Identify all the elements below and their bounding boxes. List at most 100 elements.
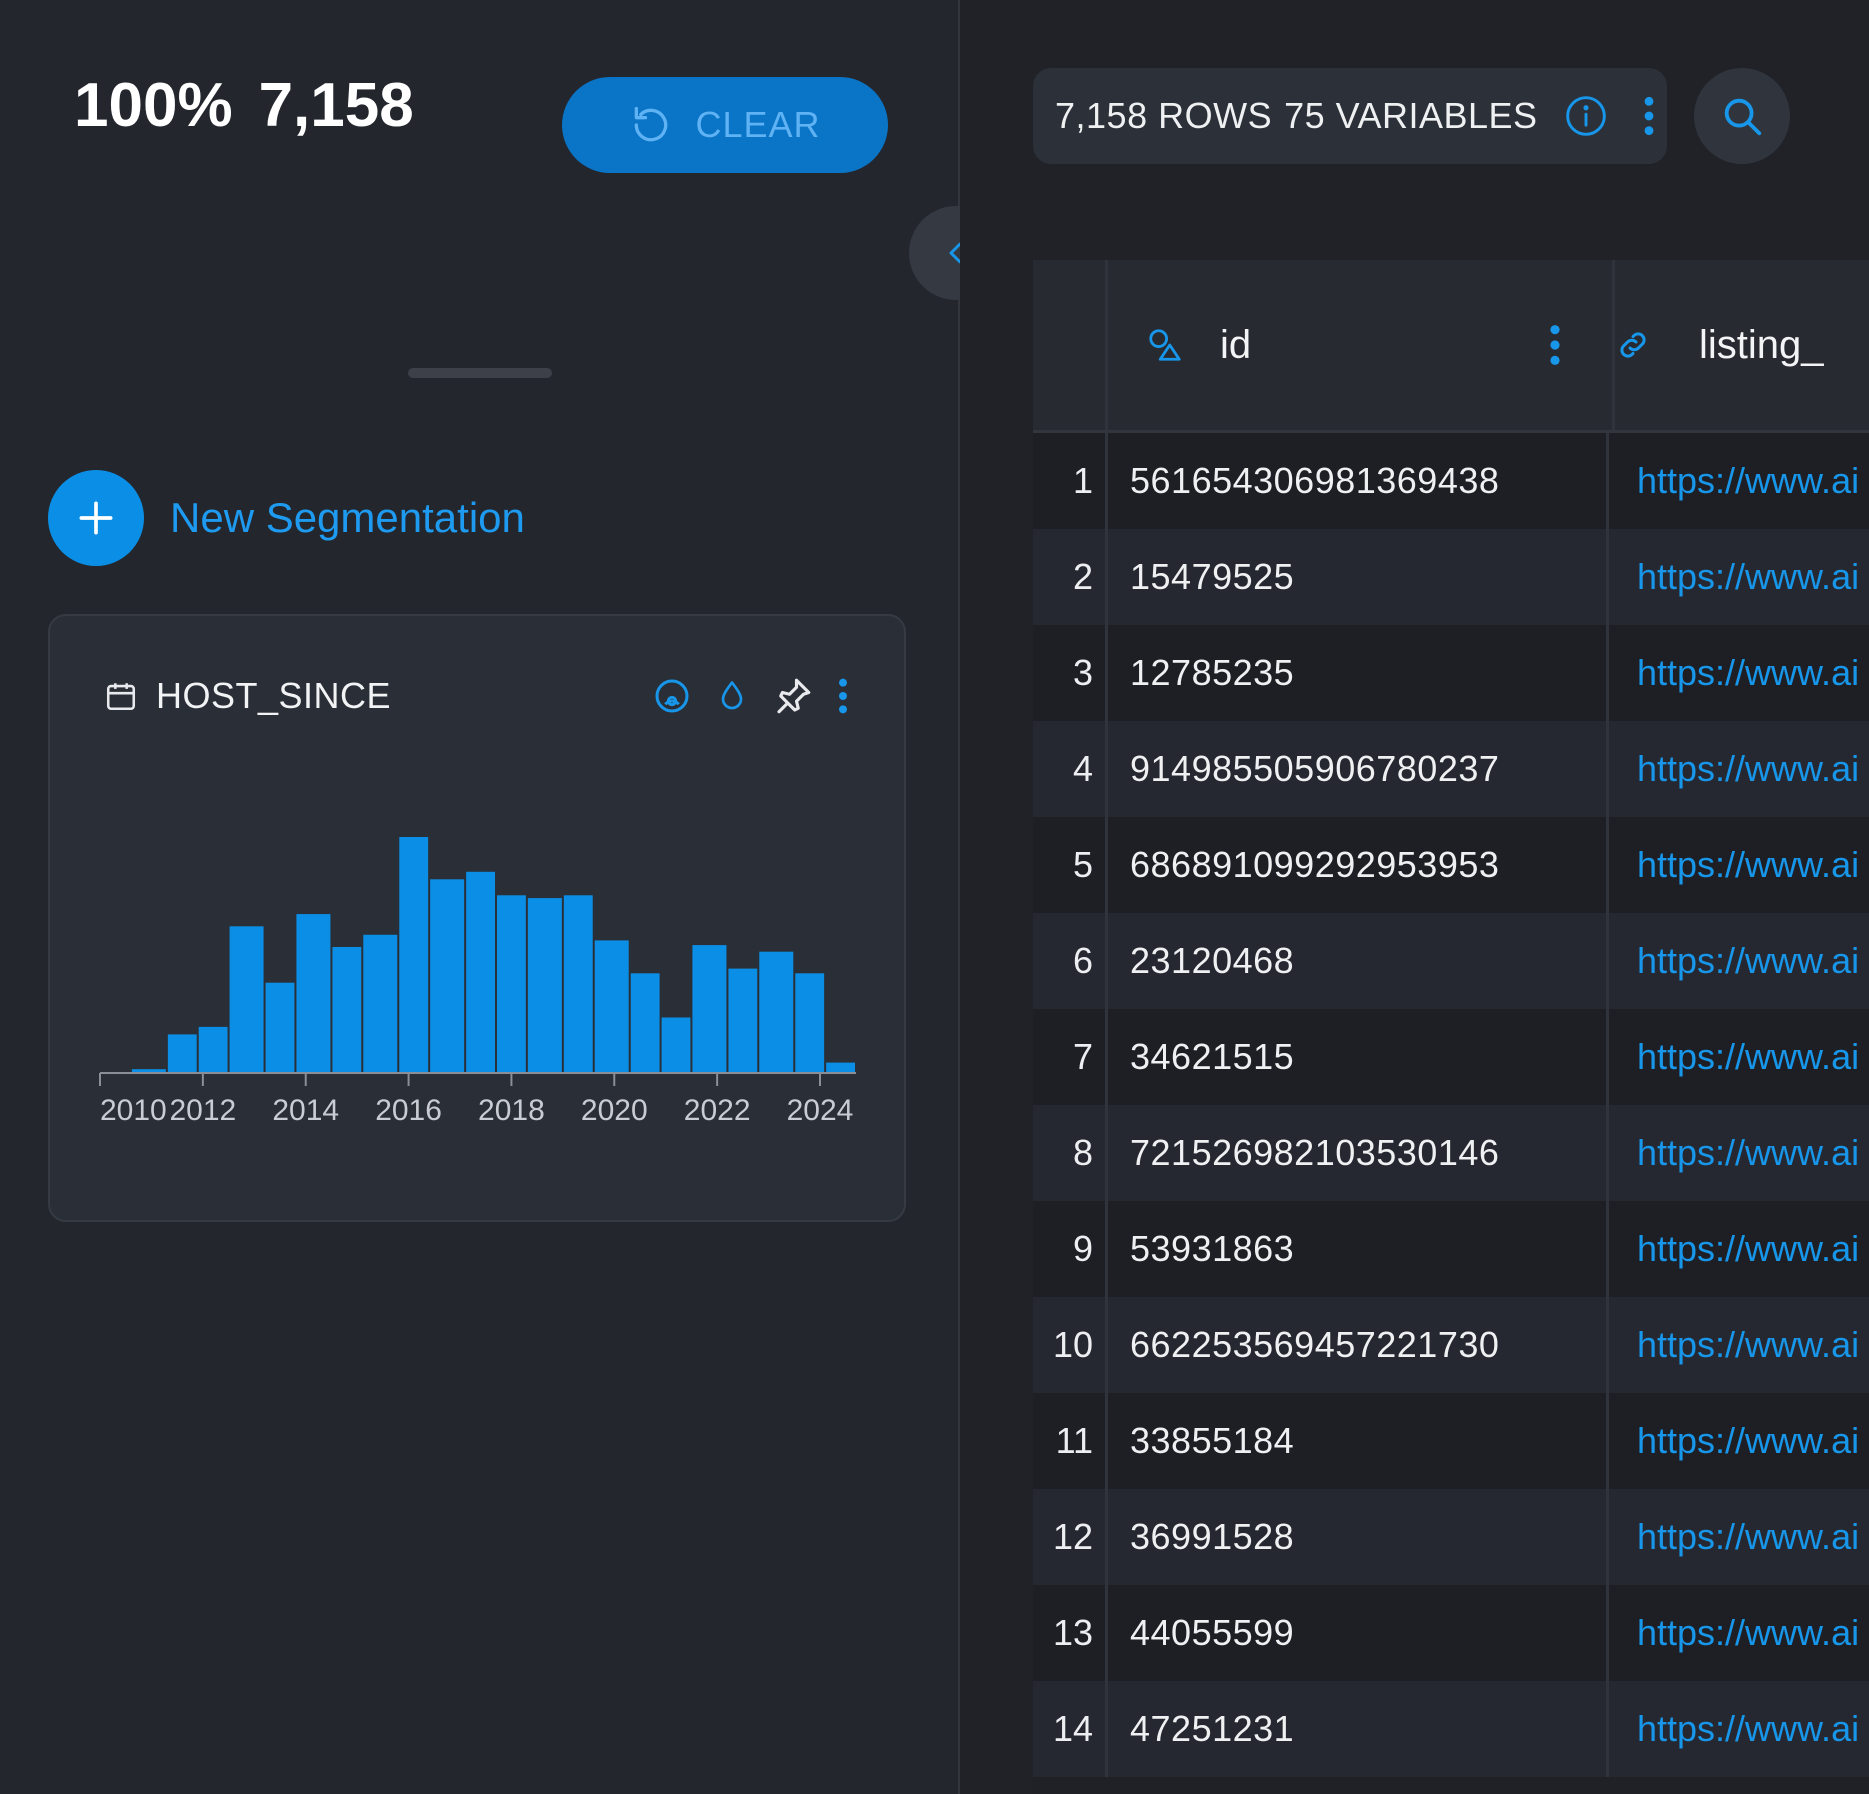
cell-id[interactable]: 23120468 [1105,913,1609,1009]
row-number: 9 [1072,1228,1093,1269]
new-segmentation-button[interactable]: New Segmentation [48,470,525,566]
rows-count: 7,158 ROWS [1055,95,1273,136]
cell-id[interactable]: 721526982103530146 [1105,1105,1609,1201]
table-row[interactable]: 9 53931863 https://www.ai [1033,1201,1869,1297]
histogram-bar[interactable] [527,898,562,1072]
drag-handle[interactable] [408,368,552,378]
row-number: 14 [1052,1708,1093,1749]
row-number: 13 [1052,1612,1093,1653]
table-row[interactable]: 4 914985505906780237 https://www.ai [1033,721,1869,817]
cell-listing-url[interactable]: https://www.ai [1637,1681,1859,1777]
histogram-bar[interactable] [563,895,593,1072]
plus-icon[interactable] [48,470,144,566]
table-row[interactable]: 8 721526982103530146 https://www.ai [1033,1105,1869,1201]
table-row[interactable]: 6 23120468 https://www.ai [1033,913,1869,1009]
dataset-summary-text: 7,158 ROWS 75 VARIABLES [1055,95,1550,137]
histogram-bar[interactable] [332,946,362,1072]
histogram-bar[interactable] [363,934,398,1072]
table-row[interactable]: 12 36991528 https://www.ai [1033,1489,1869,1585]
histogram-bar[interactable] [265,982,295,1072]
table-row[interactable]: 7 34621515 https://www.ai [1033,1009,1869,1105]
x-tick-label: 2010 [100,1094,167,1127]
table-row[interactable]: 2 15479525 https://www.ai [1033,529,1869,625]
x-tick-label: 2018 [478,1094,545,1127]
cell-listing-url[interactable]: https://www.ai [1637,1009,1859,1105]
histogram-bar[interactable] [296,914,331,1072]
clear-button[interactable]: CLEAR [562,77,888,173]
histogram-bar[interactable] [399,837,429,1072]
cell-id[interactable]: 561654306981369438 [1105,433,1609,529]
histogram-bar[interactable] [131,1069,166,1072]
histogram-bar[interactable] [661,1017,691,1072]
variables-count: 75 VARIABLES [1284,95,1538,136]
new-segmentation-label[interactable]: New Segmentation [170,494,525,542]
histogram-bar[interactable] [497,895,526,1072]
column-header-id[interactable]: id [1105,260,1615,430]
cell-listing-url[interactable]: https://www.ai [1637,1393,1859,1489]
cell-id[interactable]: 36991528 [1105,1489,1609,1585]
row-number: 3 [1072,652,1093,693]
histogram-bar[interactable] [630,973,660,1072]
cell-id[interactable]: 44055599 [1105,1585,1609,1681]
cell-id[interactable]: 33855184 [1105,1393,1609,1489]
row-number: 7 [1072,1036,1093,1077]
table-row[interactable]: 10 662253569457221730 https://www.ai [1033,1297,1869,1393]
histogram-bar[interactable] [826,1062,855,1072]
cell-id[interactable]: 914985505906780237 [1105,721,1609,817]
cell-id[interactable]: 53931863 [1105,1201,1609,1297]
more-vertical-icon[interactable] [1548,322,1562,368]
table-row[interactable]: 5 686891099292953953 https://www.ai [1033,817,1869,913]
cell-id[interactable]: 12785235 [1105,625,1609,721]
table-row[interactable]: 3 12785235 https://www.ai [1033,625,1869,721]
row-number: 5 [1072,844,1093,885]
cell-listing-url[interactable]: https://www.ai [1637,817,1859,913]
cell-listing-url[interactable]: https://www.ai [1637,529,1859,625]
table-row[interactable]: 14 47251231 https://www.ai [1033,1681,1869,1777]
row-number: 2 [1072,556,1093,597]
row-number: 8 [1072,1132,1093,1173]
row-number: 10 [1052,1324,1093,1365]
cell-listing-url[interactable]: https://www.ai [1637,1489,1859,1585]
cell-listing-url[interactable]: https://www.ai [1637,913,1859,1009]
variable-card: HOST_SINCE 2010 2012 2014 2016 2018 2020… [48,614,906,1222]
table-row[interactable]: 13 44055599 https://www.ai [1033,1585,1869,1681]
histogram-bar[interactable] [594,940,629,1072]
column-header-listing[interactable]: listing_ [1615,260,1869,430]
dataset-summary-bar: 7,158 ROWS 75 VARIABLES [1033,68,1667,164]
shapes-icon [1146,326,1184,364]
info-icon[interactable] [1564,94,1608,138]
cell-listing-url[interactable]: https://www.ai [1637,1585,1859,1681]
cell-id[interactable]: 662253569457221730 [1105,1297,1609,1393]
x-tick-label: 2016 [375,1094,442,1127]
cell-id[interactable]: 34621515 [1105,1009,1609,1105]
histogram-bar[interactable] [229,926,264,1072]
cell-listing-url[interactable]: https://www.ai [1637,433,1859,529]
histogram-bar[interactable] [759,951,794,1072]
search-button[interactable] [1694,68,1790,164]
cell-listing-url[interactable]: https://www.ai [1637,1105,1859,1201]
cell-listing-url[interactable]: https://www.ai [1637,1297,1859,1393]
histogram-bar[interactable] [198,1026,228,1072]
histogram-bar[interactable] [692,945,727,1072]
histogram-bar[interactable] [795,973,825,1072]
cell-listing-url[interactable]: https://www.ai [1637,721,1859,817]
histogram-bar[interactable] [430,879,465,1072]
x-tick-label: 2022 [684,1094,751,1127]
histogram-bar[interactable] [167,1034,197,1072]
cell-id[interactable]: 47251231 [1105,1681,1609,1777]
histogram-chart: 2010 2012 2014 2016 2018 2020 2022 2024 [99,837,856,1127]
row-number: 4 [1072,748,1093,789]
cell-id[interactable]: 686891099292953953 [1105,817,1609,913]
table-row[interactable]: 1 561654306981369438 https://www.ai [1033,433,1869,529]
table-row[interactable]: 11 33855184 https://www.ai [1033,1393,1869,1489]
histogram-bar[interactable] [466,871,495,1072]
cell-listing-url[interactable]: https://www.ai [1637,1201,1859,1297]
histogram-bar[interactable] [728,968,758,1072]
cell-listing-url[interactable]: https://www.ai [1637,625,1859,721]
search-icon [1719,93,1765,139]
clear-label: CLEAR [695,104,821,145]
x-tick-label: 2012 [169,1094,236,1127]
more-vertical-icon[interactable] [1642,94,1656,138]
cell-id[interactable]: 15479525 [1105,529,1609,625]
row-number: 12 [1052,1516,1093,1557]
